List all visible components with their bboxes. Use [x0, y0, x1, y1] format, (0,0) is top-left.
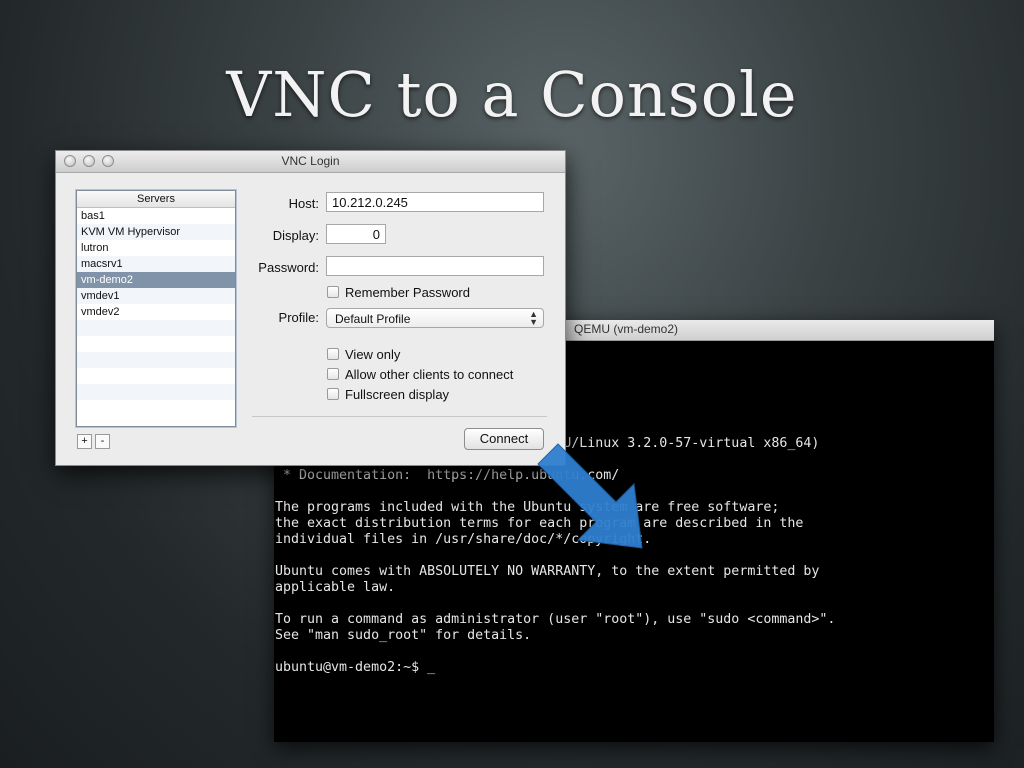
password-input[interactable]: [326, 256, 544, 276]
select-arrows-icon: ▲ ▼: [529, 309, 538, 327]
qemu-window-title: QEMU (vm-demo2): [574, 322, 679, 336]
remember-password-checkbox[interactable]: [327, 286, 339, 298]
console-line: Ubuntu comes with ABSOLUTELY NO WARRANTY…: [275, 564, 820, 579]
server-item[interactable]: vmdev2: [77, 304, 235, 320]
server-item[interactable]: KVM VM Hypervisor: [77, 224, 235, 240]
fullscreen-label: Fullscreen display: [345, 387, 450, 402]
remove-server-button[interactable]: -: [95, 434, 110, 449]
allow-other-clients-label: Allow other clients to connect: [345, 367, 514, 382]
view-only-label: View only: [345, 347, 401, 362]
allow-other-clients-checkbox[interactable]: [327, 368, 339, 380]
servers-list[interactable]: Servers bas1 KVM VM Hypervisor lutron macsr…: [76, 190, 236, 427]
vnc-login-window: VNC Login Servers bas1 KVM VM Hypervisor l…: [55, 150, 566, 466]
add-server-button[interactable]: +: [77, 434, 92, 449]
display-input[interactable]: [326, 224, 386, 244]
server-item[interactable]: vmdev1: [77, 288, 235, 304]
vnc-titlebar[interactable]: VNC Login: [56, 151, 565, 173]
servers-header[interactable]: Servers: [77, 191, 235, 208]
view-only-checkbox[interactable]: [327, 348, 339, 360]
server-empty-row: [77, 368, 235, 384]
server-empty-row: [77, 400, 235, 416]
profile-value: Default Profile: [335, 312, 411, 326]
profile-label: Profile:: [278, 310, 319, 325]
console-line: See "man sudo_root" for details.: [275, 628, 532, 643]
fullscreen-checkbox[interactable]: [327, 388, 339, 400]
server-empty-row: [77, 384, 235, 400]
remember-password-label: Remember Password: [345, 285, 470, 300]
server-item[interactable]: macsrv1: [77, 256, 235, 272]
console-line: applicable law.: [275, 580, 396, 595]
password-label: Password:: [258, 260, 319, 275]
server-empty-row: [77, 336, 235, 352]
arrow-icon: [537, 443, 643, 549]
console-line: To run a command as administrator (user …: [275, 612, 836, 627]
server-item[interactable]: lutron: [77, 240, 235, 256]
server-empty-row: [77, 352, 235, 368]
profile-select[interactable]: Default Profile ▲ ▼: [326, 308, 544, 328]
host-label: Host:: [288, 196, 319, 211]
server-empty-row: [77, 320, 235, 336]
console-line: ubuntu@vm-demo2:~$ _: [275, 660, 436, 675]
server-item[interactable]: vm-demo2: [77, 272, 235, 288]
console-line: The programs included with the Ubuntu sy…: [275, 500, 780, 515]
vnc-window-title: VNC Login: [281, 154, 340, 168]
slide-title: VNC to a Console: [226, 58, 798, 131]
display-label: Display:: [272, 228, 319, 243]
host-input[interactable]: [326, 192, 544, 212]
server-item[interactable]: bas1: [77, 208, 235, 224]
divider: [252, 416, 547, 417]
